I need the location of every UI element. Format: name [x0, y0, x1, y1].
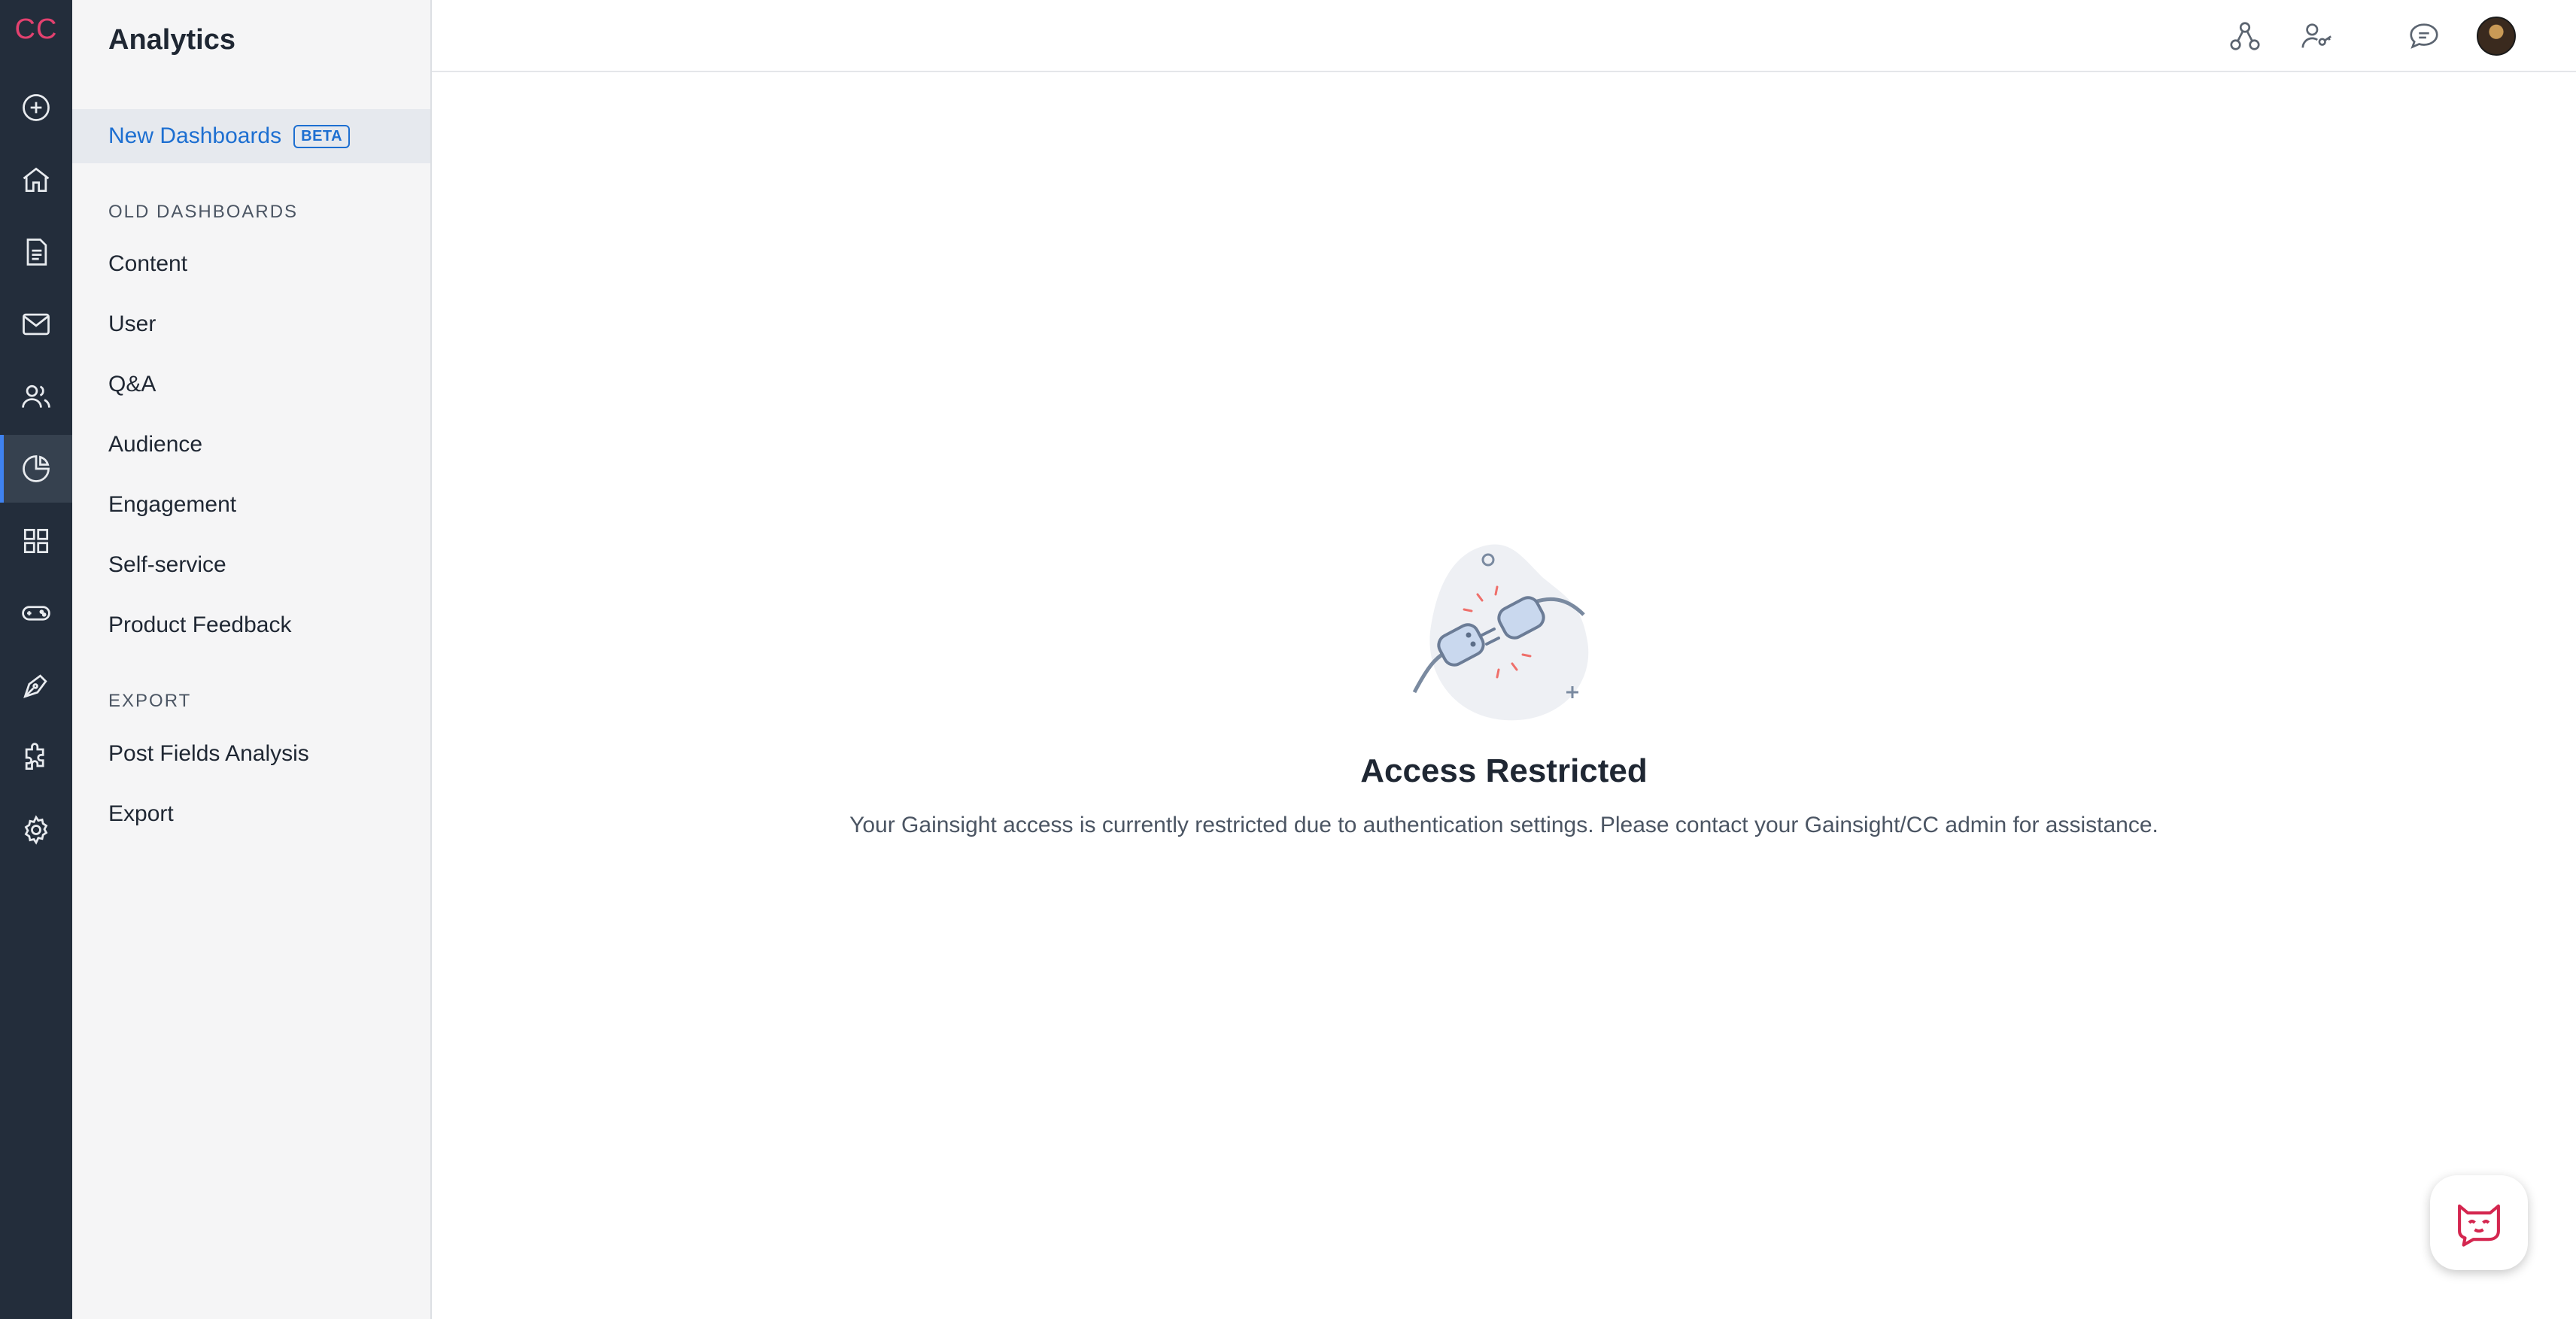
users-button[interactable] [0, 363, 72, 430]
user-access-button[interactable] [2298, 17, 2337, 56]
section-heading-export: EXPORT [108, 691, 192, 711]
hierarchy-button[interactable] [2225, 17, 2265, 56]
avatar[interactable] [2477, 17, 2516, 56]
section-heading-old-dashboards: OLD DASHBOARDS [108, 202, 299, 222]
chat-icon [2410, 23, 2438, 49]
sidebar-item-product-feedback[interactable]: Product Feedback [108, 612, 291, 638]
sidebar-item-audience[interactable]: Audience [108, 432, 202, 457]
mail-button[interactable] [0, 290, 72, 358]
app-logo[interactable]: CC [0, 14, 72, 46]
grid-icon [23, 528, 49, 554]
gamepad-icon [22, 606, 50, 621]
gamification-button[interactable] [0, 579, 72, 647]
restriction-message: Your Gainsight access is currently restr… [849, 813, 2158, 837]
sidebar-item-user[interactable]: User [108, 312, 156, 337]
sidebar-item-self-service[interactable]: Self-service [108, 552, 226, 578]
settings-button[interactable] [0, 796, 72, 864]
sidebar-item-label: New Dashboards [108, 123, 282, 148]
hierarchy-icon [2230, 22, 2260, 50]
plus-circle-icon [23, 94, 50, 121]
analytics-sidebar: Analytics New Dashboards BETA OLD DASHBO… [72, 0, 432, 1319]
home-icon [23, 167, 50, 193]
sidebar-item-engagement[interactable]: Engagement [108, 492, 236, 518]
pie-chart-icon [23, 455, 50, 482]
sidebar-title: Analytics [108, 24, 235, 56]
page-title: Access Restricted [1360, 752, 1648, 789]
apps-button[interactable] [0, 507, 72, 575]
sidebar-item-qa[interactable]: Q&A [108, 372, 156, 397]
design-button[interactable] [0, 652, 72, 719]
home-button[interactable] [0, 146, 72, 214]
document-icon [26, 239, 47, 266]
users-icon [22, 384, 50, 408]
content-button[interactable] [0, 218, 72, 286]
sidebar-item-content[interactable]: Content [108, 251, 187, 277]
unplugged-illustration [1412, 544, 1589, 721]
pen-nib-icon [23, 674, 47, 698]
support-chat-button[interactable] [2430, 1175, 2528, 1270]
create-button[interactable] [0, 74, 72, 141]
sidebar-item-export[interactable]: Export [108, 801, 174, 827]
beta-badge: BETA [293, 124, 351, 148]
cat-chat-icon [2458, 1204, 2500, 1247]
app-rail: CC [0, 0, 72, 1319]
sidebar-item-new-dashboards[interactable]: New Dashboards BETA [72, 109, 430, 163]
messages-button[interactable] [2404, 17, 2444, 56]
gear-icon [24, 815, 48, 845]
user-key-icon [2301, 23, 2331, 48]
mail-icon [23, 313, 50, 336]
analytics-button[interactable] [0, 435, 72, 503]
